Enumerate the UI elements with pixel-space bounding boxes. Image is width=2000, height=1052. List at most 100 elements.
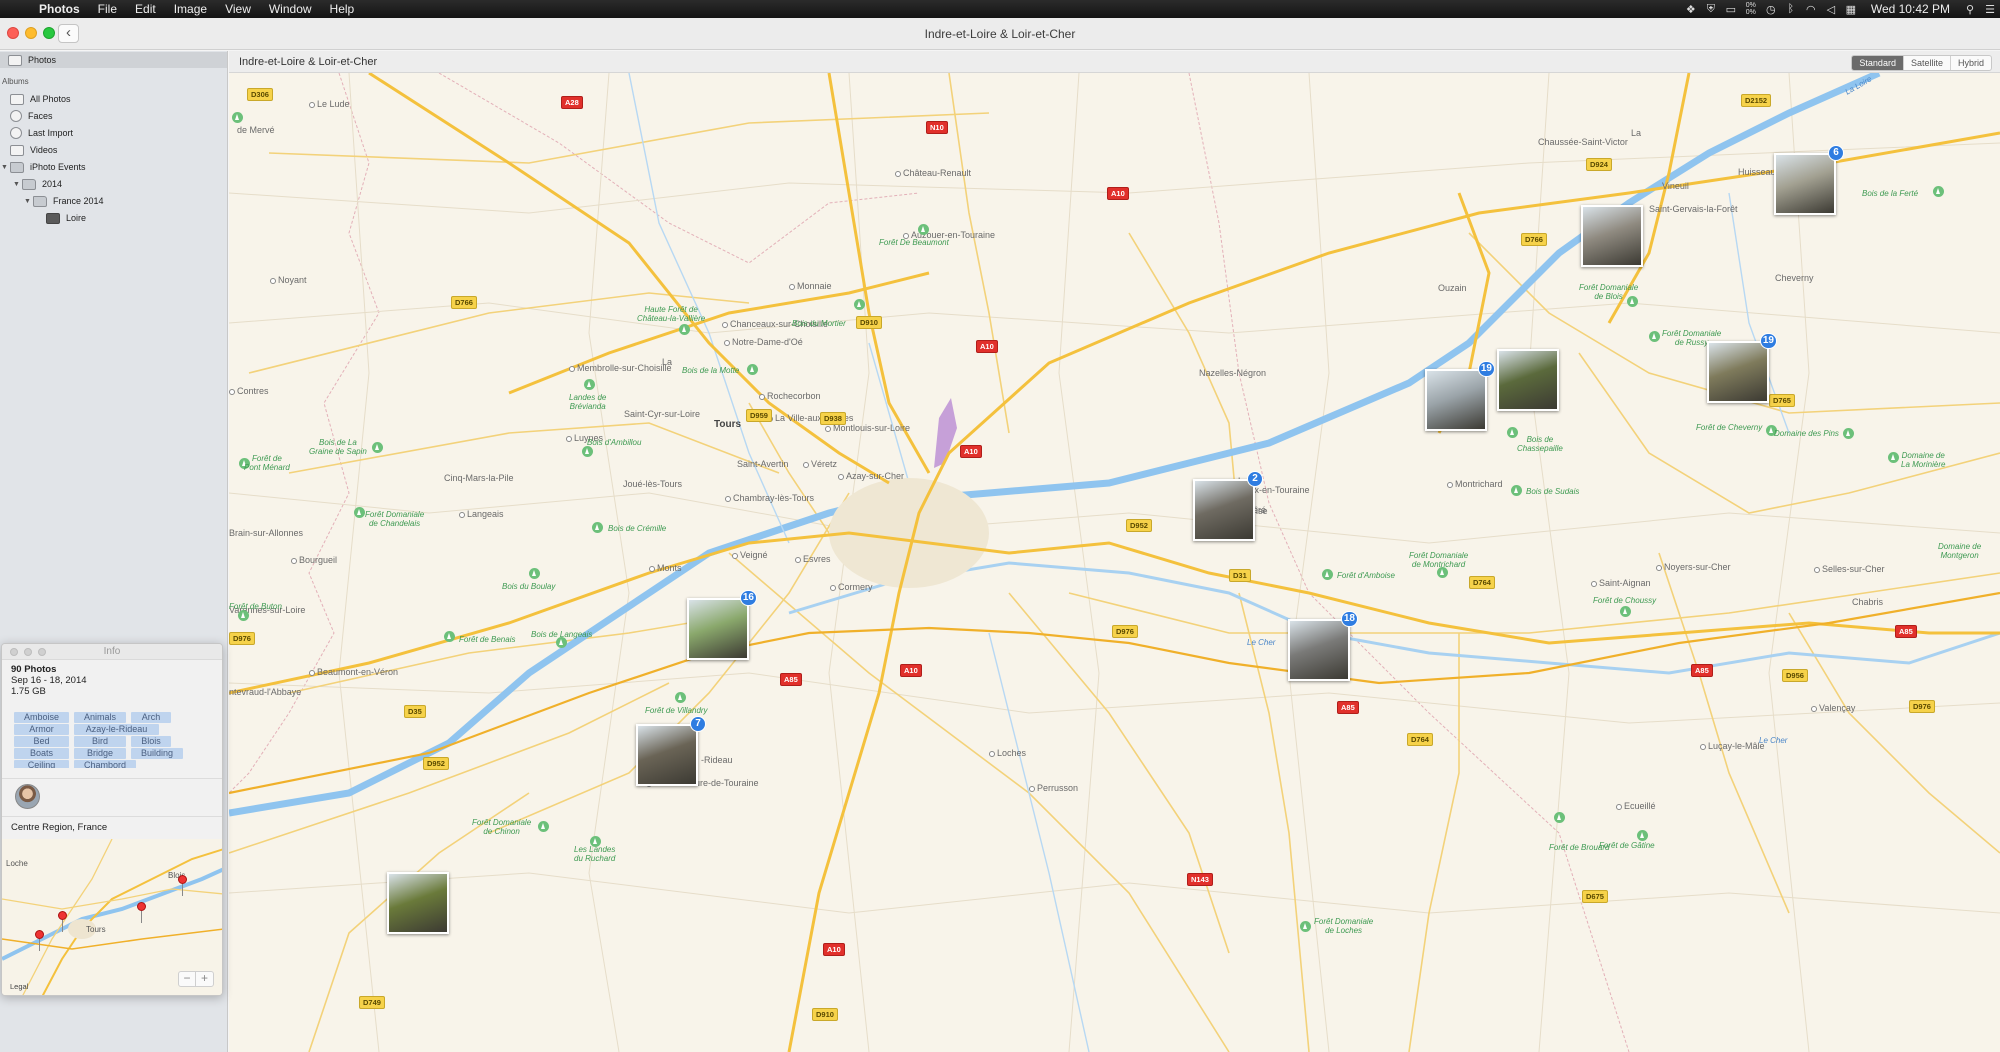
photo-cluster-pin[interactable]: 6 — [1774, 145, 1844, 215]
sidebar-item-france-2014[interactable]: ▼ France 2014 — [24, 194, 104, 208]
map-type-hybrid[interactable]: Hybrid — [1949, 56, 1991, 70]
keyword-tag[interactable]: Arch — [131, 712, 171, 723]
sidebar-item-last-import[interactable]: Last Import — [10, 126, 73, 140]
cpu-meter-icon[interactable]: 0% 0% — [1741, 0, 1761, 18]
keyword-tag[interactable]: Building — [131, 748, 183, 759]
notification-center-icon[interactable]: ☰ — [1980, 0, 2000, 18]
dropbox-icon[interactable]: ❖ — [1681, 0, 1701, 18]
back-button[interactable]: ‹ — [58, 24, 79, 43]
legal-link[interactable]: Legal — [10, 982, 28, 991]
keyword-tag[interactable]: Blois — [131, 736, 171, 747]
shield-status-icon[interactable]: ⛨ — [1701, 0, 1721, 18]
photos-icon — [8, 54, 22, 66]
window-title: Indre-et-Loire & Loir-et-Cher — [924, 27, 1076, 41]
forest-tree-icon — [1843, 428, 1854, 439]
place-label: Château-Renault — [895, 168, 971, 178]
keyword-tag[interactable]: Bridge — [74, 748, 126, 759]
place-label: Membrolle-sur-Choisille — [569, 363, 672, 373]
face-avatar[interactable] — [15, 784, 40, 809]
menubar-clock[interactable]: Wed 10:42 PM — [1861, 2, 1960, 16]
forest-tree-icon — [1511, 485, 1522, 496]
zoom-control: − + — [178, 971, 214, 987]
keyword-tag[interactable]: Boats — [14, 748, 69, 759]
forest-tree-icon — [529, 568, 540, 579]
airplay-icon[interactable]: ▭ — [1721, 0, 1741, 18]
river-loire — [229, 73, 1881, 817]
window-zoom-button[interactable] — [43, 27, 55, 39]
disclosure-triangle-icon[interactable]: ▼ — [24, 198, 33, 205]
photo-count-badge: 6 — [1828, 145, 1844, 161]
clock-icon — [10, 127, 22, 139]
place-label: Saint-Avertin — [737, 459, 789, 469]
photo-cluster-pin[interactable]: 19 — [1707, 333, 1777, 403]
map-type-standard[interactable]: Standard — [1852, 56, 1903, 70]
info-minimize-button[interactable] — [24, 648, 32, 656]
place-label: Tours — [714, 419, 742, 430]
spotlight-search-icon[interactable]: ⚲ — [1960, 0, 1980, 18]
time-machine-icon[interactable]: ◷ — [1761, 0, 1781, 18]
volume-icon[interactable]: ◁ — [1821, 0, 1841, 18]
photo-cluster-pin[interactable] — [1581, 205, 1643, 267]
map-pin-icon[interactable] — [137, 902, 146, 923]
keyword-tag[interactable]: Ceiling — [14, 760, 69, 768]
info-mini-map[interactable]: Tours Blois Loche Legal − + — [2, 839, 222, 995]
sidebar-item-faces[interactable]: Faces — [10, 109, 53, 123]
photo-cluster-pin[interactable]: 7 — [636, 716, 706, 786]
sidebar-item-photos[interactable]: Photos — [0, 52, 227, 68]
photo-cluster-pin[interactable] — [1497, 349, 1559, 411]
photo-cluster-pin[interactable]: 16 — [687, 590, 757, 660]
disclosure-triangle-icon[interactable]: ▼ — [1, 164, 10, 171]
menu-window[interactable]: Window — [260, 0, 321, 18]
zoom-out-button[interactable]: − — [179, 972, 196, 986]
menu-view[interactable]: View — [216, 0, 260, 18]
photo-cluster-pin[interactable]: 2 — [1193, 471, 1263, 541]
sidebar-item-loire[interactable]: Loire — [46, 211, 86, 225]
forest-label: Forêt Domaniale de Loches — [1314, 917, 1374, 935]
place-label: Saint-Aignan — [1591, 578, 1651, 588]
menu-help[interactable]: Help — [321, 0, 364, 18]
sidebar-item-all-photos[interactable]: All Photos — [10, 92, 71, 106]
map-pin-icon[interactable] — [178, 875, 187, 896]
department-border — [438, 73, 920, 264]
road-shield: D766 — [451, 296, 477, 309]
keyword-tag[interactable]: Amboise — [14, 712, 69, 723]
keyword-tag[interactable]: Bed — [14, 736, 69, 747]
menu-file[interactable]: File — [89, 0, 126, 18]
bluetooth-icon[interactable]: ᛒ — [1781, 0, 1801, 18]
photo-count-badge: 7 — [690, 716, 706, 732]
place-label: ise — [1256, 506, 1268, 516]
photo-count-badge: 16 — [739, 590, 757, 606]
map-pin-icon[interactable] — [58, 911, 67, 932]
wifi-icon[interactable]: ◠ — [1801, 0, 1821, 18]
keyword-tag[interactable]: Armor — [14, 724, 69, 735]
menu-image[interactable]: Image — [165, 0, 216, 18]
keyword-tag[interactable]: Azay-le-Rideau — [74, 724, 159, 735]
sidebar-item-iphoto-events[interactable]: ▼ iPhoto Events — [1, 160, 86, 174]
sidebar-item-2014[interactable]: ▼ 2014 — [13, 177, 62, 191]
info-zoom-button[interactable] — [38, 648, 46, 656]
map-type-satellite[interactable]: Satellite — [1902, 56, 1950, 70]
map-base-layer — [229, 73, 2000, 1052]
disclosure-triangle-icon[interactable]: ▼ — [13, 181, 22, 188]
photo-cluster-pin[interactable] — [387, 872, 449, 934]
road-shield: D910 — [812, 1008, 838, 1021]
sidebar-item-videos[interactable]: Videos — [10, 143, 57, 157]
forest-label: Haute Forêt de Château-la-Vallière — [637, 305, 706, 323]
map-pin-icon[interactable] — [35, 930, 44, 951]
map-view[interactable]: Tours Le Lude Noyant Château-Renault Auz… — [229, 73, 2000, 1052]
photo-cluster-pin[interactable]: 18 — [1288, 611, 1358, 681]
menu-edit[interactable]: Edit — [126, 0, 165, 18]
keyword-tag[interactable]: Bird — [74, 736, 126, 747]
menu-app[interactable]: Photos — [30, 0, 89, 18]
forest-tree-icon — [675, 692, 686, 703]
keyword-tag[interactable]: Animals — [74, 712, 126, 723]
info-close-button[interactable] — [10, 648, 18, 656]
window-minimize-button[interactable] — [25, 27, 37, 39]
photo-cluster-pin[interactable]: 19 — [1425, 361, 1495, 431]
forest-tree-icon — [444, 631, 455, 642]
zoom-in-button[interactable]: + — [196, 972, 213, 986]
window-close-button[interactable] — [7, 27, 19, 39]
forest-label: Bois de Crémille — [608, 524, 667, 533]
keyword-tag[interactable]: Chambord — [74, 760, 136, 768]
keyboard-flag-icon[interactable]: ▦ — [1841, 0, 1861, 18]
